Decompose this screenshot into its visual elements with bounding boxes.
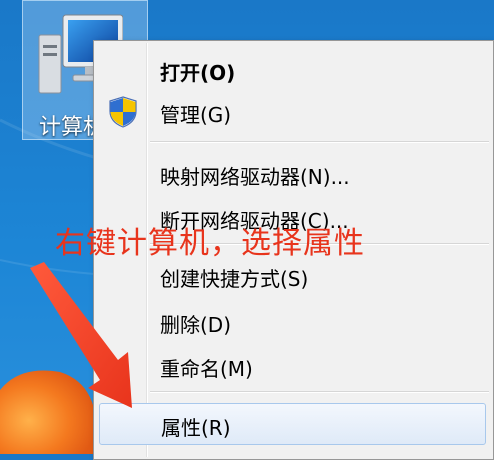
desktop: { "desktop": { "computer_icon_label": "计… <box>0 0 494 460</box>
red-arrow-icon <box>30 262 132 408</box>
